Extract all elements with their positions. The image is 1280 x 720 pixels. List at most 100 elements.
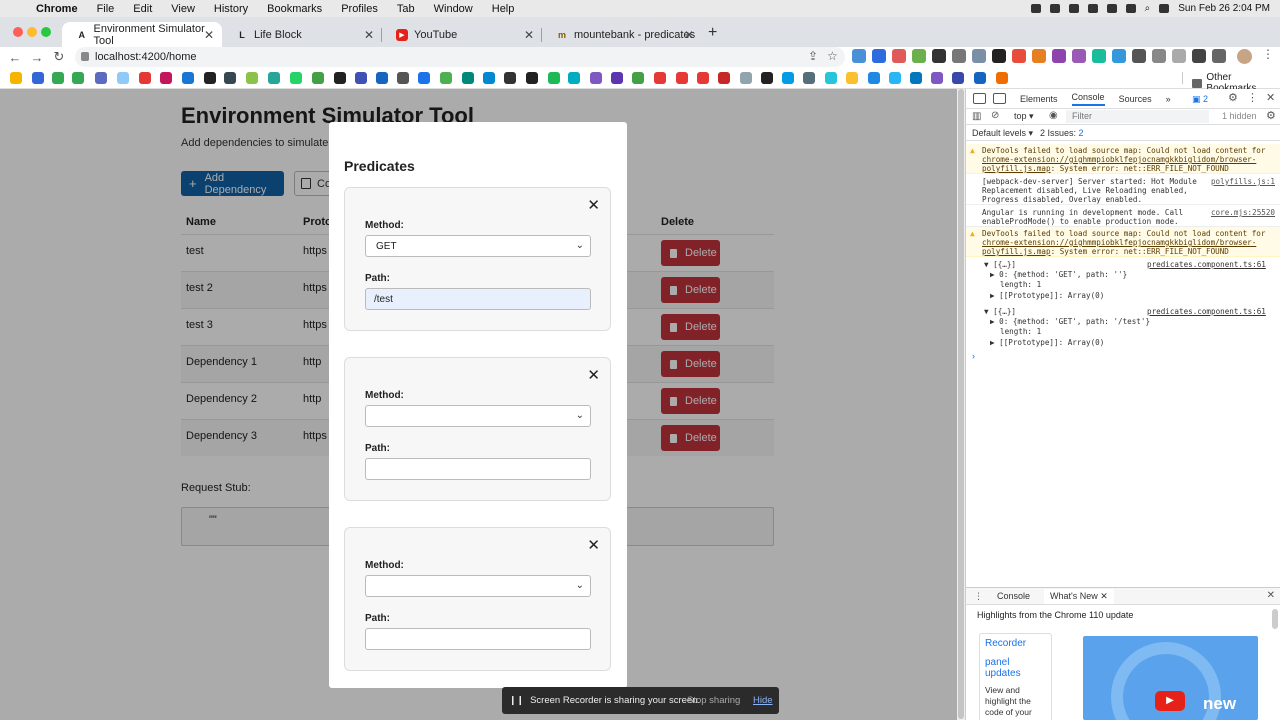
new-tab-icon[interactable]: + (708, 24, 717, 42)
settings-gear-icon[interactable]: ⚙ (1228, 91, 1238, 104)
inspect-element-icon[interactable] (973, 93, 986, 104)
menu-file[interactable]: File (97, 3, 115, 15)
log-object-item[interactable]: ▶ 0: {method: 'GET', path: ''} (990, 270, 1127, 279)
issues-badge[interactable]: ▣ 2 (1192, 94, 1208, 105)
live-expression-eye-icon[interactable]: ◉ (1049, 110, 1058, 121)
bookmark-icon[interactable] (355, 72, 367, 84)
whats-new-video[interactable]: ▶ new (1083, 636, 1258, 720)
scrollbar-thumb[interactable] (958, 89, 964, 719)
extension-icon[interactable] (892, 49, 906, 63)
hide-button[interactable]: Hide (753, 695, 773, 706)
bookmark-icon[interactable] (52, 72, 64, 84)
share-icon[interactable]: ⇪ (808, 49, 818, 63)
bookmark-icon[interactable] (697, 72, 709, 84)
bookmark-icon[interactable] (676, 72, 688, 84)
log-object-item[interactable]: ▶ 0: {method: 'GET', path: '/test'} (990, 317, 1150, 326)
bookmark-icon[interactable] (290, 72, 302, 84)
bookmark-icon[interactable] (761, 72, 773, 84)
extension-icon[interactable] (1032, 49, 1046, 63)
menu-history[interactable]: History (214, 3, 248, 15)
drawer-menu-icon[interactable]: ⋮ (974, 591, 983, 602)
log-object-prototype[interactable]: ▶ [[Prototype]]: Array(0) (990, 291, 1104, 300)
bookmark-icon[interactable] (825, 72, 837, 84)
bookmark-icon[interactable] (312, 72, 324, 84)
bookmark-icon[interactable] (246, 72, 258, 84)
tab-elements[interactable]: Elements (1020, 94, 1058, 104)
bookmark-icon[interactable] (568, 72, 580, 84)
extension-icon[interactable] (1072, 49, 1086, 63)
extension-icon[interactable] (1012, 49, 1026, 63)
extension-icon[interactable] (932, 49, 946, 63)
site-info-icon[interactable] (81, 52, 89, 61)
tab-youtube[interactable]: ▶ YouTube ✕ (382, 22, 542, 47)
bookmark-icon[interactable] (611, 72, 623, 84)
close-icon[interactable]: ✕ (364, 28, 374, 42)
youtube-play-icon[interactable]: ▶ (1155, 691, 1185, 711)
bookmark-icon[interactable] (10, 72, 22, 84)
menu-profiles[interactable]: Profiles (341, 3, 378, 15)
extension-icon[interactable] (992, 49, 1006, 63)
drawer-tab-console[interactable]: Console (997, 591, 1030, 601)
method-select[interactable]: GET ⌄ (365, 235, 591, 257)
bookmark-icon[interactable] (440, 72, 452, 84)
bookmark-icon[interactable] (204, 72, 216, 84)
tray-globe-icon[interactable] (1068, 4, 1079, 13)
menu-view[interactable]: View (171, 3, 195, 15)
whats-new-card[interactable]: Recorder panel updates View and highligh… (979, 633, 1052, 720)
bookmark-icon[interactable] (224, 72, 236, 84)
close-icon[interactable]: ✕ (587, 536, 600, 554)
menu-tab[interactable]: Tab (397, 3, 415, 15)
menu-help[interactable]: Help (492, 3, 515, 15)
menu-datetime[interactable]: Sun Feb 26 2:04 PM (1178, 3, 1270, 14)
bookmark-icon[interactable] (139, 72, 151, 84)
forward-icon[interactable]: → (26, 50, 48, 65)
bookmark-icon[interactable] (334, 72, 346, 84)
bookmark-icon[interactable] (72, 72, 84, 84)
tray-record-icon[interactable] (1049, 4, 1060, 13)
method-select[interactable]: ⌄ (365, 405, 591, 427)
path-input[interactable] (365, 458, 591, 480)
close-icon[interactable]: ✕ (684, 28, 694, 42)
method-select[interactable]: ⌄ (365, 575, 591, 597)
side-panel-icon[interactable] (1212, 49, 1226, 63)
device-toolbar-icon[interactable] (993, 93, 1006, 104)
bookmark-icon[interactable] (504, 72, 516, 84)
menu-edit[interactable]: Edit (133, 3, 152, 15)
bookmark-icon[interactable] (397, 72, 409, 84)
more-tabs-icon[interactable]: » (1166, 94, 1171, 104)
log-object-head[interactable]: ▼ [{…}] (984, 307, 1016, 316)
close-icon[interactable]: ✕ (587, 366, 600, 384)
clear-console-icon[interactable]: ⊘ (991, 110, 999, 121)
issues-link[interactable]: 2 Issues: 2 (1040, 128, 1084, 138)
chrome-menu-icon[interactable]: ⋮ (1262, 47, 1274, 61)
extension-icon[interactable] (872, 49, 886, 63)
bookmark-icon[interactable] (718, 72, 730, 84)
close-devtools-icon[interactable]: ✕ (1266, 91, 1275, 104)
tab-environment-simulator[interactable]: A Environment Simulator Tool ✕ (62, 22, 222, 47)
tray-control-center-icon[interactable] (1159, 4, 1170, 13)
extension-icon[interactable] (1152, 49, 1166, 63)
window-close-icon[interactable] (13, 27, 23, 37)
bookmark-icon[interactable] (846, 72, 858, 84)
log-source-link[interactable]: predicates.component.ts:61 (1147, 260, 1266, 269)
log-source-link[interactable]: predicates.component.ts:61 (1147, 307, 1266, 316)
bookmark-icon[interactable] (418, 72, 430, 84)
tab-mountebank-predicates[interactable]: m mountebank - predicates ✕ (542, 22, 702, 47)
tab-console[interactable]: Console (1071, 92, 1105, 106)
bookmark-icon[interactable] (95, 72, 107, 84)
bookmark-icon[interactable] (483, 72, 495, 84)
menu-app-chrome[interactable]: Chrome (36, 3, 78, 15)
window-zoom-icon[interactable] (41, 27, 51, 37)
bookmark-icon[interactable] (160, 72, 172, 84)
bookmark-icon[interactable] (952, 72, 964, 84)
extension-icon[interactable] (1132, 49, 1146, 63)
extension-icon[interactable] (1092, 49, 1106, 63)
bookmark-icon[interactable] (996, 72, 1008, 84)
bookmark-icon[interactable] (654, 72, 666, 84)
more-options-icon[interactable]: ⋮ (1247, 91, 1258, 104)
stop-sharing-button[interactable]: Stop sharing (687, 695, 740, 706)
bookmark-icon[interactable] (974, 72, 986, 84)
console-filter-input[interactable]: Filter (1066, 110, 1209, 123)
extension-icon[interactable] (972, 49, 986, 63)
tray-bluetooth-icon[interactable] (1087, 4, 1098, 13)
